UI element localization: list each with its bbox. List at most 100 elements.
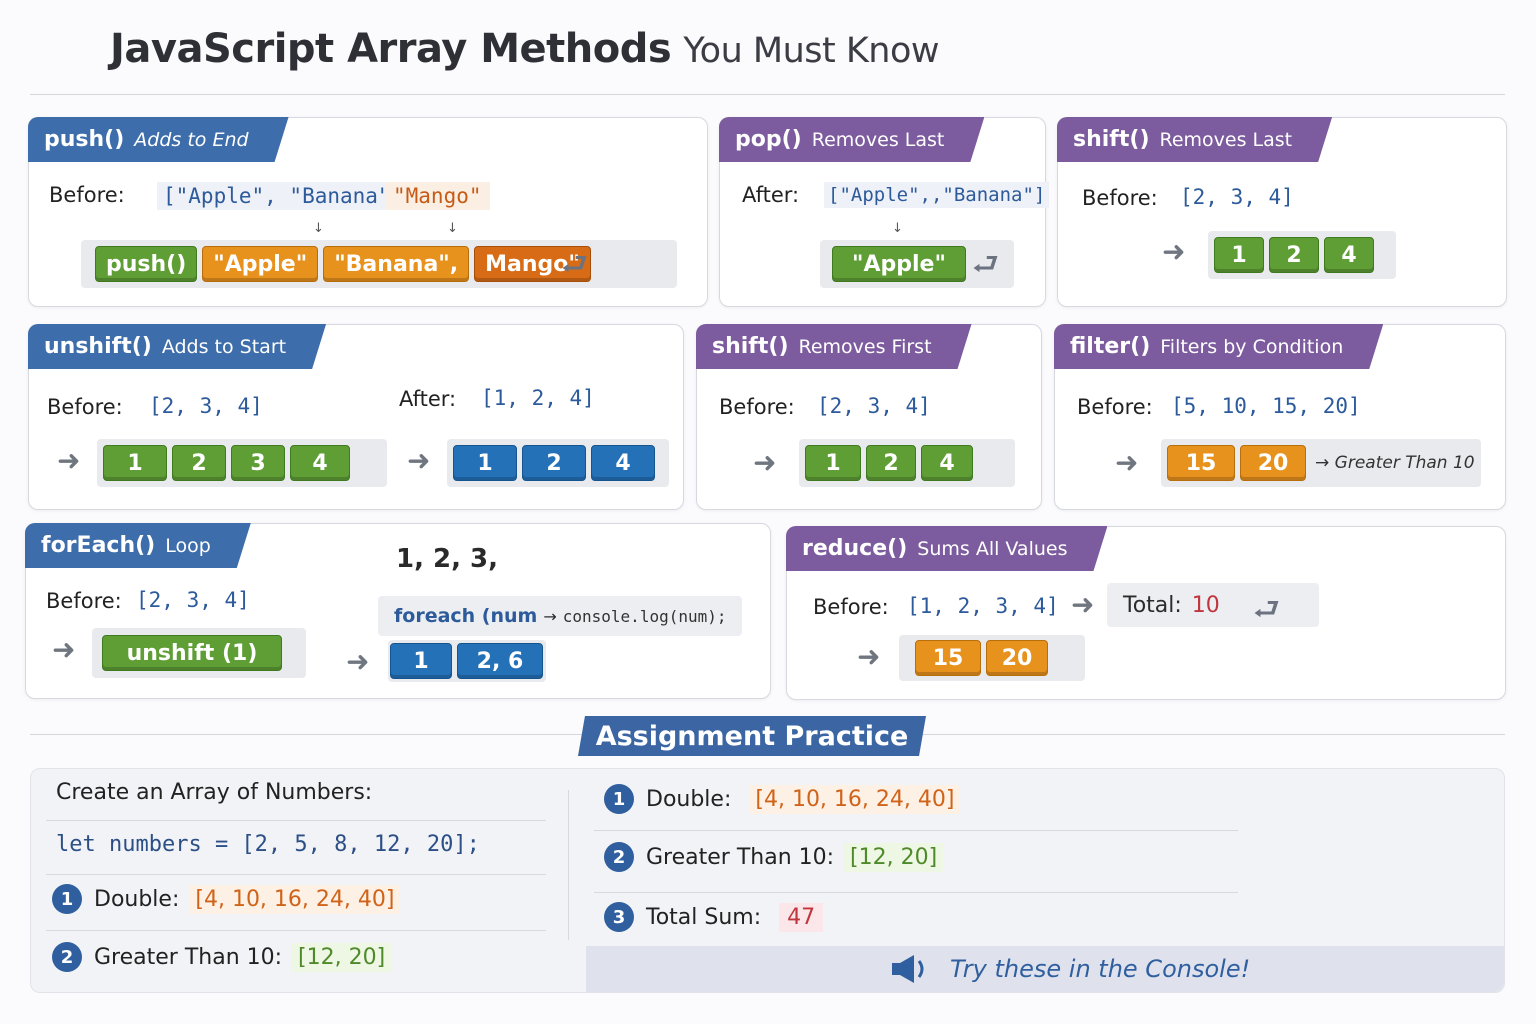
divider [594,830,1238,831]
card-shift-last: shift() Removes Last Before: [2, 3, 4] ➜ … [1057,117,1507,307]
step-number-badge: 2 [604,842,634,872]
shift2-before-array: [2, 3, 4] [817,394,931,418]
divider [46,930,546,931]
down-arrow-icon: ↓ [447,221,458,236]
block-1: 1 [805,445,861,481]
right-arrow-icon: ➜ [346,645,370,678]
card-reduce: reduce() Sums All Values Before: [1, 2, 3… [786,526,1506,700]
tab-shift-last: shift() Removes Last [1057,117,1332,162]
down-arrow-icon: ↓ [313,221,324,236]
vertical-divider [568,790,569,940]
task-value: 47 [779,902,824,932]
filter-before-array: [5, 10, 15, 20] [1171,394,1361,418]
numbers-code: let numbers = [2, 5, 8, 12, 20]; [56,832,480,857]
console-hint: Try these in the Console! [950,955,1251,983]
card-shift-first: shift() Removes First Before: [2, 3, 4] ➜… [696,324,1042,510]
block-1: 1 [390,643,452,679]
block-2: 2 [522,445,586,481]
unshift-before-tray: 1 2 3 4 [97,439,387,487]
return-arrow-icon: ⮐ [1253,592,1280,627]
block-2: 2 [172,445,226,481]
pop-after-label: After: [742,183,800,207]
block-apple: "Apple" [202,246,319,282]
push-before-array: ["Apple", "Banana"], [157,182,422,210]
tab-unshift: unshift() Adds to Start [28,324,326,369]
foreach-output: 1, 2, 3, [396,544,499,574]
unshift-after-array: [1, 2, 4] [481,386,595,410]
filter-note: → Greater Than 10 [1315,453,1475,473]
return-arrow-icon: ⮐ [561,247,588,282]
divider [594,892,1238,893]
right-arrow-icon: ➜ [57,444,81,477]
foreach-code: foreach (num → console.log(num); [378,596,742,636]
tab-push: push() Adds to End [28,117,289,162]
tab-filter: filter() Filters by Condition [1054,324,1383,369]
step-number-badge: 1 [604,784,634,814]
tab-foreach: forEach() Loop [25,523,251,568]
task-value: [4, 10, 16, 24, 40] [189,884,401,914]
block-4: 4 [290,445,350,481]
filter-tray: 15 20 → Greater Than 10 [1161,439,1481,487]
unshift-before-label: Before: [47,395,123,419]
block-push-call: push() [95,246,198,282]
shift2-before-label: Before: [719,395,795,419]
block-2-6: 2, 6 [457,643,543,679]
title-divider [30,94,1505,95]
step-number-badge: 1 [52,884,82,914]
block-15: 15 [1167,445,1235,481]
foreach-unshift-tray: unshift (1) [92,628,306,678]
right-arrow-icon: ➜ [1071,588,1095,621]
block-1: 1 [103,445,167,481]
right-arrow-icon: ➜ [753,446,777,479]
right-arrow-icon: ➜ [407,444,431,477]
unshift-after-tray: 1 2 4 [447,439,669,487]
block-banana: "Banana", [323,246,470,282]
title-sub: You Must Know [683,31,940,71]
megaphone-icon [890,952,930,990]
task-value: [4, 10, 16, 24, 40] [749,784,961,814]
block-apple: "Apple" [832,246,966,282]
block-20: 20 [1240,445,1306,481]
create-array-label: Create an Array of Numbers: [56,780,373,805]
foreach-before-label: Before: [46,589,122,613]
foreach-before-array: [2, 3, 4] [136,588,250,612]
divider [46,820,546,821]
reduce-before-array: [1, 2, 3, 4] [907,594,1059,618]
block-4: 4 [591,445,655,481]
foreach-tray: 1 2, 6 [388,640,546,682]
right-task-double: 1 Double: [4, 10, 16, 24, 40] [604,784,961,814]
filter-before-label: Before: [1077,395,1153,419]
pop-after-array: ["Apple",,"Banana"] [824,182,1050,208]
title-main: JavaScript Array Methods [110,26,672,72]
divider [46,874,546,875]
unshift-before-array: [2, 3, 4] [149,394,263,418]
right-task-total: 3 Total Sum: 47 [604,902,824,932]
left-task-double: 1 Double: [4, 10, 16, 24, 40] [52,884,401,914]
block-2: 2 [1269,237,1319,273]
tab-shift-first: shift() Removes First [696,324,972,369]
return-arrow-icon: ⮐ [972,247,999,282]
block-4: 4 [1324,237,1374,273]
right-task-greater: 2 Greater Than 10: [12, 20] [604,842,944,872]
shift1-before-array: [2, 3, 4] [1180,185,1294,209]
shift1-tray: 1 2 4 [1208,231,1396,279]
block-unshift: unshift (1) [102,635,282,671]
task-value: [12, 20] [844,842,944,872]
block-1: 1 [453,445,517,481]
card-unshift: unshift() Adds to Start Before: [2, 3, 4]… [28,324,684,510]
block-15: 15 [915,640,981,676]
block-1: 1 [1214,237,1264,273]
step-number-badge: 3 [604,902,634,932]
task-value: [12, 20] [292,942,392,972]
reduce-tray: 15 20 [899,635,1085,681]
left-task-greater: 2 Greater Than 10: [12, 20] [52,942,392,972]
tab-reduce: reduce() Sums All Values [786,526,1107,571]
card-foreach: forEach() Loop Before: [2, 3, 4] 1, 2, 3,… [25,523,771,699]
shift1-before-label: Before: [1082,186,1158,210]
right-arrow-icon: ➜ [1115,446,1139,479]
unshift-after-label: After: [399,387,457,411]
page-title: JavaScript Array Methods You Must Know [110,26,940,72]
card-filter: filter() Filters by Condition Before: [5,… [1054,324,1506,510]
card-push: push() Adds to End Before: ["Apple", "Ban… [28,117,708,307]
block-3: 3 [231,445,285,481]
